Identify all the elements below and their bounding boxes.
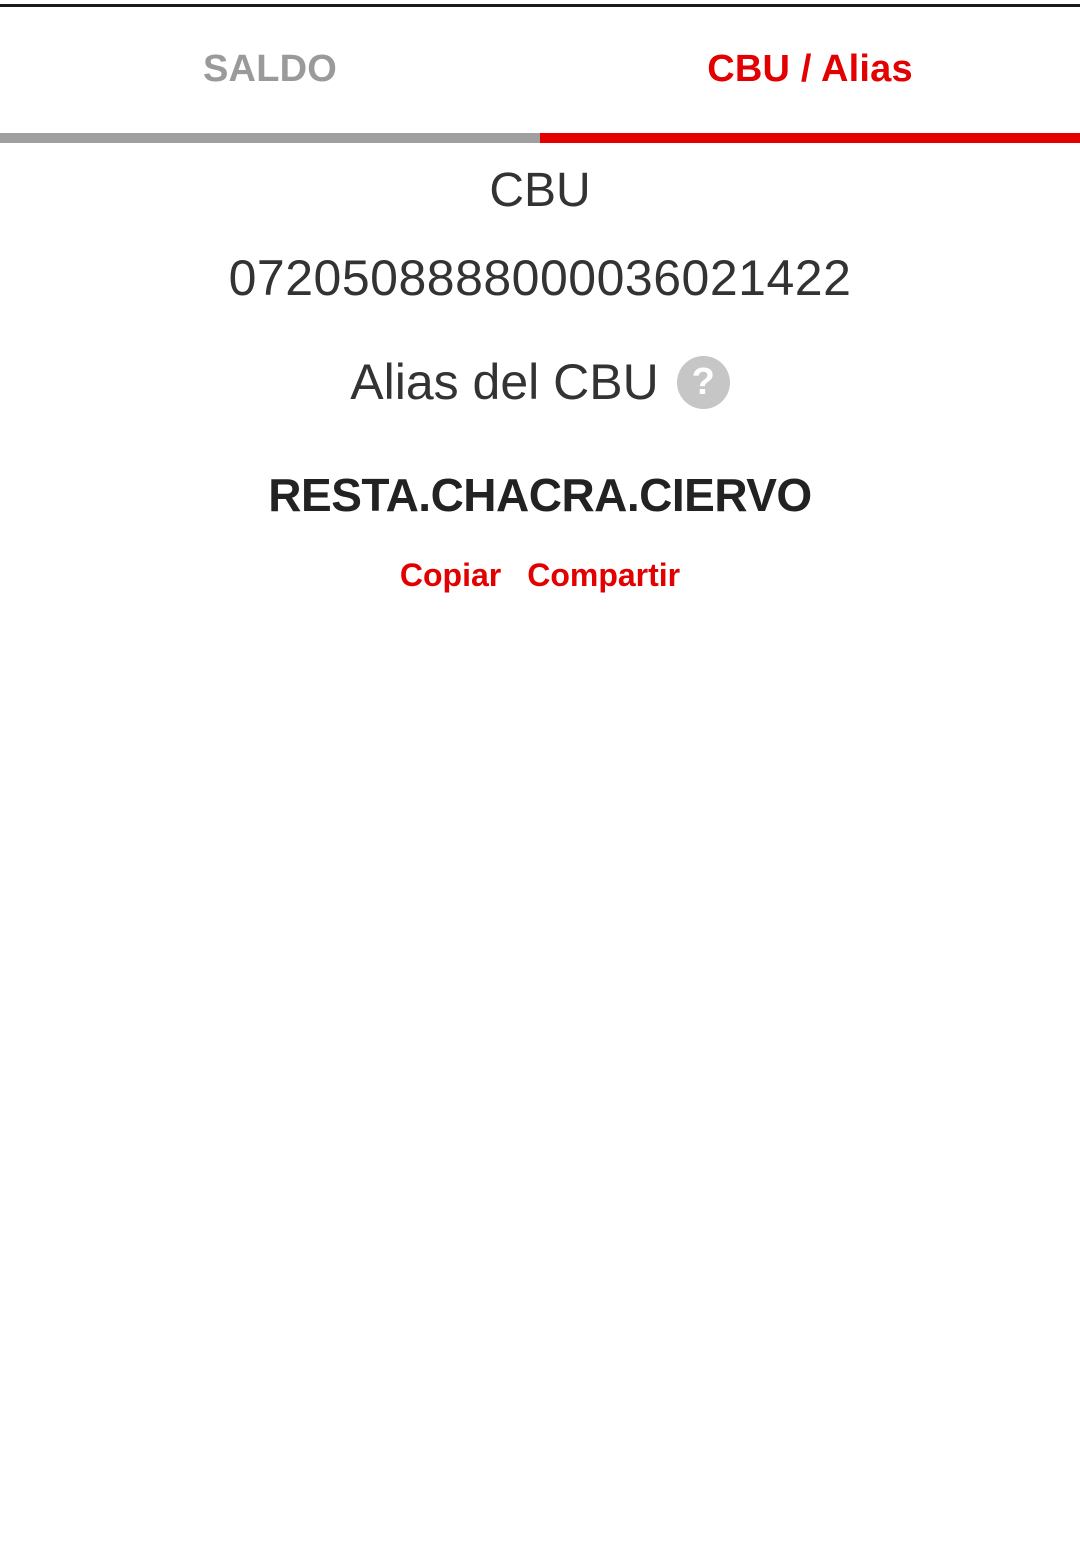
tab-saldo-indicator (0, 133, 540, 143)
tab-cbu-alias-indicator (540, 133, 1080, 143)
copy-button[interactable]: Copiar (400, 553, 501, 597)
tab-saldo[interactable]: SALDO (0, 7, 540, 143)
share-button[interactable]: Compartir (527, 553, 680, 597)
tab-cbu-alias-label: CBU / Alias (707, 47, 913, 90)
question-circle-icon[interactable]: ? (676, 355, 730, 409)
alias-actions: Copiar Compartir (0, 553, 1080, 597)
alias-value: RESTA.CHACRA.CIERVO (268, 469, 812, 521)
alias-title-row: Alias del CBU ? (0, 353, 1080, 411)
tab-cbu-alias[interactable]: CBU / Alias (540, 7, 1080, 143)
tab-bar: SALDO CBU / Alias (0, 7, 1080, 143)
cbu-number: 0720508888000036021422 (228, 250, 852, 306)
alias-title: Alias del CBU (350, 354, 659, 410)
cbu-title: CBU (489, 164, 591, 217)
tab-saldo-label: SALDO (203, 47, 337, 90)
